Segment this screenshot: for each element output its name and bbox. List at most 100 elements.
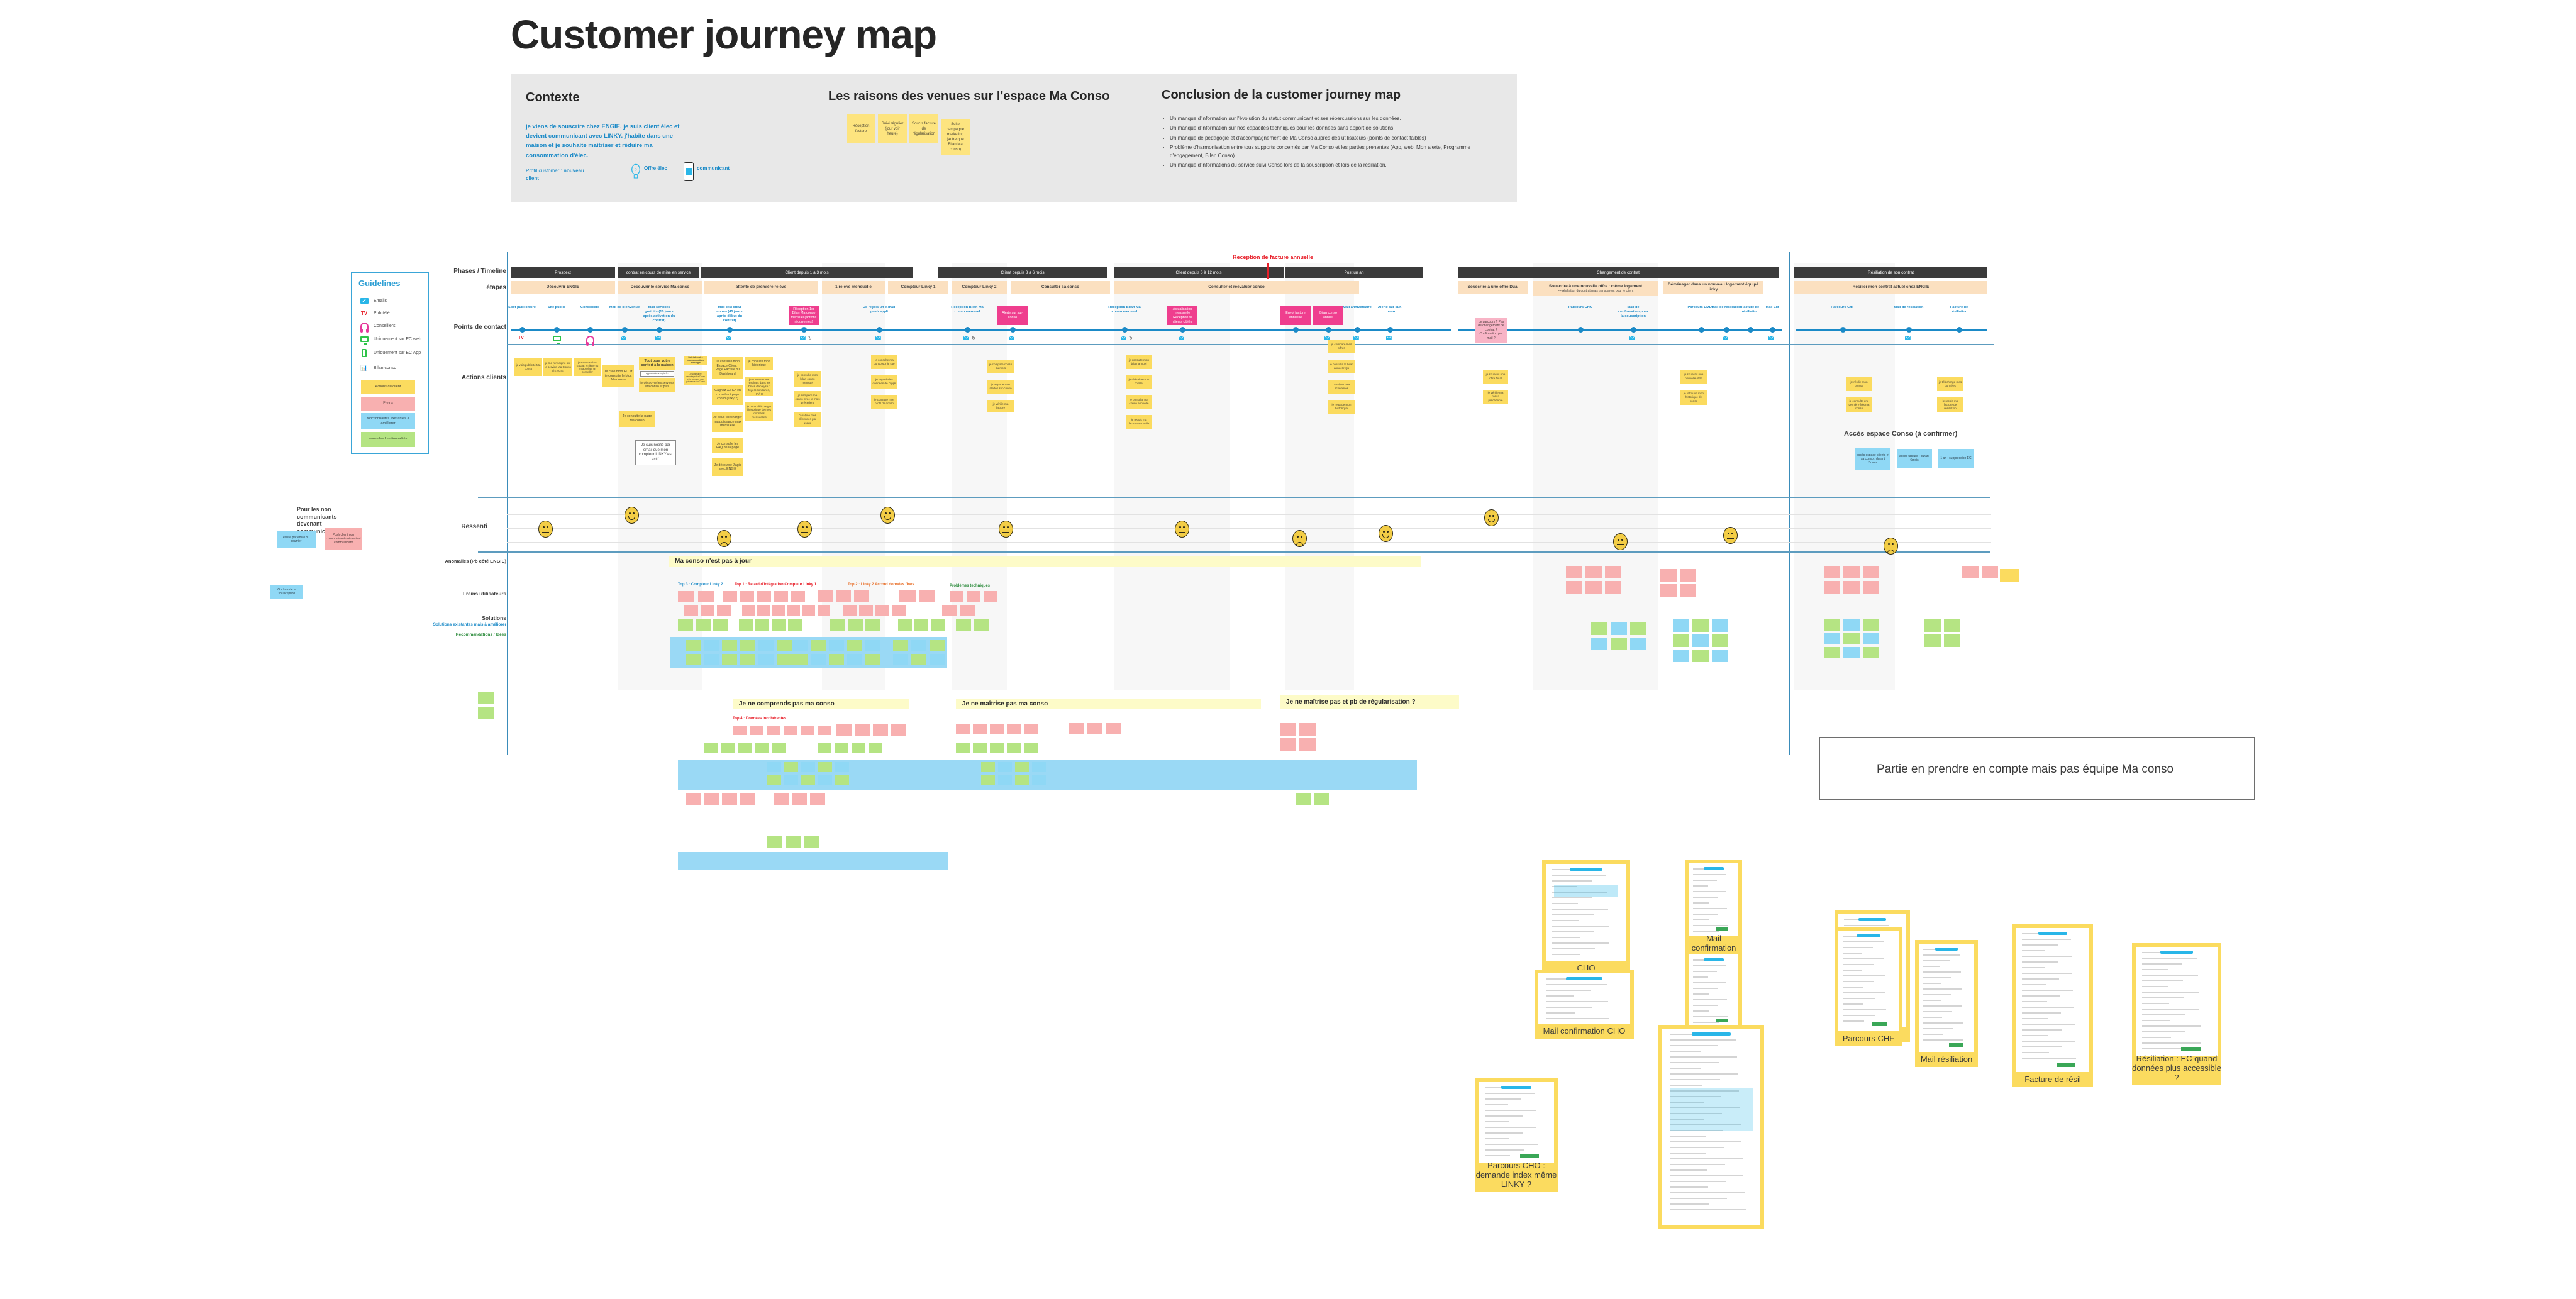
- solution-note[interactable]: [1032, 775, 1046, 785]
- solution-note[interactable]: [1924, 634, 1941, 647]
- friction-note[interactable]: [973, 724, 987, 734]
- friction-note[interactable]: [1299, 723, 1316, 736]
- action-note[interactable]: Je crée mon EC et je consulte le bloc Ma…: [602, 365, 634, 387]
- anomaly-note[interactable]: [1605, 581, 1621, 594]
- anomaly-note[interactable]: [836, 590, 851, 602]
- friction-note[interactable]: [891, 724, 906, 736]
- solution-note[interactable]: [804, 836, 819, 848]
- solution-note[interactable]: [852, 743, 865, 753]
- friction-note[interactable]: [772, 605, 785, 616]
- friction-note[interactable]: [960, 605, 975, 616]
- action-note[interactable]: Je suis notifié par email que mon compte…: [635, 440, 676, 465]
- solution-note[interactable]: [704, 743, 718, 753]
- friction-note[interactable]: [701, 605, 714, 616]
- touchpoint-dot[interactable]: [1293, 327, 1299, 333]
- anomaly-note[interactable]: [984, 591, 997, 602]
- screenshot-card[interactable]: Mail confirmation part 1: [1685, 860, 1742, 965]
- friction-note[interactable]: [990, 724, 1004, 734]
- solution-note[interactable]: [1591, 622, 1607, 635]
- anomaly-note[interactable]: [1585, 566, 1602, 578]
- touchpoint-dot[interactable]: [1387, 327, 1393, 333]
- solution-note[interactable]: [1843, 619, 1860, 631]
- solution-note[interactable]: [893, 654, 908, 665]
- solution-note[interactable]: [767, 775, 781, 785]
- solution-note[interactable]: [1692, 634, 1709, 647]
- action-note[interactable]: Tout pour votre confort à la maison: [639, 357, 675, 370]
- solution-note[interactable]: [1673, 634, 1689, 647]
- touchpoint-dot[interactable]: [1010, 327, 1016, 333]
- touchpoint-dot[interactable]: [1724, 327, 1729, 333]
- touchpoint-note[interactable]: Actualisation mensuelle Réception si cli…: [1167, 306, 1197, 325]
- touchpoint-dot[interactable]: [1770, 327, 1775, 333]
- friction-note[interactable]: [1087, 723, 1102, 734]
- action-note[interactable]: je résilie mon contrat: [1846, 377, 1872, 391]
- solution-note[interactable]: [704, 640, 719, 651]
- solution-note[interactable]: [973, 743, 987, 753]
- solution-note[interactable]: [830, 619, 845, 631]
- touchpoint-dot[interactable]: [1122, 327, 1128, 333]
- solution-note[interactable]: [1673, 650, 1689, 662]
- solution-note[interactable]: [786, 836, 801, 848]
- action-note[interactable]: je vois publicité Ma conso: [514, 358, 542, 376]
- friction-note[interactable]: [875, 605, 889, 616]
- action-note[interactable]: je télécharge mes données: [1937, 377, 1963, 391]
- anomaly-note[interactable]: [1824, 566, 1840, 578]
- anomaly-note[interactable]: [678, 591, 694, 602]
- friction-note[interactable]: [1106, 723, 1121, 734]
- friction-note[interactable]: [742, 605, 755, 616]
- action-note[interactable]: Gagnez XX KA en consultant page conso (l…: [712, 385, 743, 405]
- solution-note[interactable]: [1924, 619, 1941, 632]
- solution-note[interactable]: [784, 775, 798, 785]
- anomaly-note[interactable]: [1863, 566, 1879, 578]
- solution-note[interactable]: [1692, 650, 1709, 662]
- touchpoint-note[interactable]: Envoi facture annuelle: [1280, 306, 1311, 325]
- solution-note[interactable]: [829, 654, 844, 665]
- friction-note[interactable]: [733, 726, 747, 735]
- anomaly-note[interactable]: [1843, 581, 1860, 594]
- solution-note[interactable]: [1591, 638, 1607, 650]
- anomaly-note[interactable]: [950, 591, 963, 602]
- solution-note[interactable]: [981, 775, 995, 785]
- action-note[interactable]: Suivi de votre consommation d'énergie: [684, 356, 707, 365]
- solution-note[interactable]: [792, 640, 808, 651]
- solution-note[interactable]: [1630, 638, 1646, 650]
- solution-note[interactable]: [865, 619, 880, 631]
- touchpoint-dot[interactable]: [965, 327, 970, 333]
- touchpoint-note[interactable]: Réception 1er Bilan Ma conso mensuel (ac…: [789, 306, 819, 325]
- friction-note[interactable]: [750, 726, 763, 735]
- friction-note[interactable]: [774, 793, 789, 805]
- solution-note[interactable]: [1843, 647, 1860, 658]
- action-note[interactable]: j'analyse mes dépenses par usage: [794, 412, 821, 427]
- action-note[interactable]: je consulte mon profil de conso: [871, 395, 897, 409]
- touchpoint-dot[interactable]: [519, 327, 525, 333]
- solution-note[interactable]: [478, 692, 494, 704]
- solution-note[interactable]: [478, 707, 494, 719]
- anomaly-note[interactable]: [818, 590, 833, 602]
- action-note[interactable]: je consulte mon bilan conso mensuel: [794, 371, 821, 387]
- friction-note[interactable]: [873, 724, 888, 736]
- solution-note[interactable]: [818, 762, 832, 772]
- solution-note[interactable]: [767, 836, 782, 848]
- touchpoint-dot[interactable]: [1748, 327, 1753, 333]
- solution-note[interactable]: [1611, 638, 1627, 650]
- friction-note[interactable]: [686, 793, 701, 805]
- touchpoint-dot[interactable]: [1906, 327, 1912, 333]
- action-note[interactable]: app.solutions.engie.f...: [640, 371, 674, 377]
- anomaly-note[interactable]: [1605, 566, 1621, 578]
- touchpoint-dot[interactable]: [1578, 327, 1584, 333]
- screenshot-card[interactable]: Mail confirmation CHO: [1535, 970, 1634, 1039]
- action-note[interactable]: je souscris une nouvelle offre: [1680, 370, 1707, 384]
- touchpoint-dot[interactable]: [1631, 327, 1636, 333]
- solution-note[interactable]: [1944, 634, 1960, 647]
- screenshot-card[interactable]: Parcours CHO : demande index même LINKY …: [1475, 1078, 1558, 1192]
- action-note[interactable]: je découvre les services Ma conso et plu…: [639, 378, 675, 392]
- friction-note[interactable]: [767, 726, 780, 735]
- friction-note[interactable]: [802, 605, 815, 616]
- action-note[interactable]: je consulte ma conso sur le site: [871, 355, 897, 369]
- action-note[interactable]: je vérifie ma facture: [987, 400, 1014, 412]
- solution-note[interactable]: [1015, 775, 1029, 785]
- friction-note[interactable]: [855, 724, 870, 736]
- friction-note[interactable]: [1069, 723, 1084, 734]
- friction-note[interactable]: [722, 793, 737, 805]
- solution-note[interactable]: [784, 762, 798, 772]
